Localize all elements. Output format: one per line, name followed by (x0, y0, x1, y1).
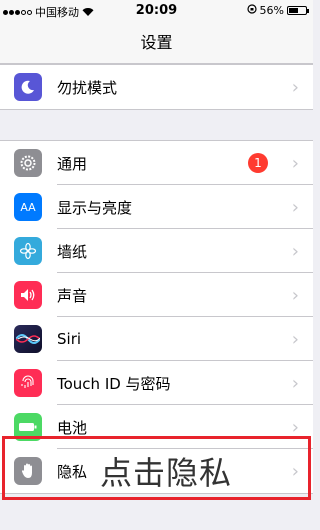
rotation-lock-icon (246, 4, 257, 17)
settings-group-1: 勿扰模式 › (0, 64, 313, 110)
battery-percent: 56% (259, 4, 284, 17)
battery-indicator-icon (287, 6, 309, 15)
page-title: 设置 (140, 33, 173, 52)
flower-icon (14, 237, 42, 265)
navigation-bar: 设置 (0, 22, 313, 64)
moon-icon (14, 73, 42, 101)
chevron-right-icon: › (291, 372, 299, 394)
battery-fill (289, 8, 298, 13)
siri-icon (14, 325, 42, 353)
row-label: Siri (57, 330, 82, 348)
chevron-right-icon: › (291, 328, 299, 350)
row-label: 通用 (57, 154, 88, 173)
settings-row-touch-id[interactable]: Touch ID 与密码 › (0, 361, 313, 405)
row-label: Touch ID 与密码 (57, 374, 171, 393)
row-label: 电池 (57, 418, 88, 437)
settings-row-sounds[interactable]: 声音 › (0, 273, 313, 317)
status-right: 56% (246, 4, 309, 17)
fingerprint-icon (14, 369, 42, 397)
chevron-right-icon: › (291, 240, 299, 262)
speaker-icon (14, 281, 42, 309)
row-label: 显示与亮度 (57, 198, 133, 217)
settings-row-general[interactable]: 通用 1 › (0, 141, 313, 185)
chevron-right-icon: › (291, 416, 299, 438)
settings-row-wallpaper[interactable]: 墙纸 › (0, 229, 313, 273)
row-label: 墙纸 (57, 242, 88, 261)
settings-row-do-not-disturb[interactable]: 勿扰模式 › (0, 65, 313, 109)
chevron-right-icon: › (291, 76, 299, 98)
text-size-icon: AA (14, 193, 42, 221)
chevron-right-icon: › (291, 284, 299, 306)
chevron-right-icon: › (291, 152, 299, 174)
settings-row-display-brightness[interactable]: AA 显示与亮度 › (0, 185, 313, 229)
notification-badge: 1 (248, 153, 268, 173)
row-label: 声音 (57, 286, 88, 305)
chevron-right-icon: › (291, 196, 299, 218)
settings-row-siri[interactable]: Siri › (0, 317, 313, 361)
gear-icon (14, 149, 42, 177)
row-label: 勿扰模式 (57, 78, 118, 97)
annotation-text: 点击隐私 (100, 454, 233, 492)
status-bar: 中国移动 20:09 56% (0, 0, 313, 22)
bottom-background (0, 506, 313, 530)
